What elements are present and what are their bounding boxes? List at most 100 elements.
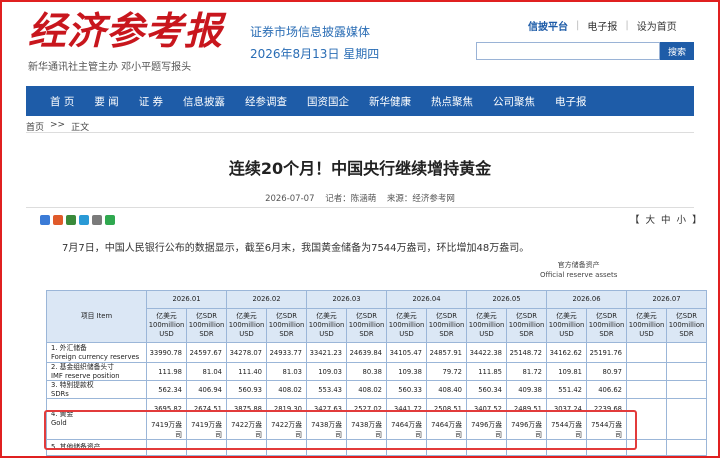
row-label: 4. 黄金 Gold [46,398,147,439]
unit-line: USD [479,330,494,338]
article-source: 来源：经济参考网 [386,194,455,204]
breadcrumb: 首页 >> 正文 [26,120,694,133]
table-cell: 3441.72 [386,398,427,419]
divider: | [576,20,580,31]
table-cell-empty [626,380,667,399]
article-date: 2026-07-07 [265,194,315,204]
link-disclosure-platform[interactable]: 信披平台 [528,18,568,33]
row-label: 5. 其他储备资产 [46,438,147,456]
article-paragraph: 7月7日，中国人民银行公布的数据显示，截至6月末，我国黄金储备为7544万盎司，… [62,243,530,254]
table-cell: 24857.91 [426,342,467,363]
table-cell-empty [506,438,547,456]
unit-line: SDR [439,330,454,338]
unit-line: 100million [308,321,345,329]
month-header: 2026.07 [626,290,707,309]
table-cell: 2674.51 [186,398,227,419]
search-input[interactable] [476,42,660,60]
font-size-medium[interactable]: 中 [661,212,671,226]
table-cell: 560.34 [466,380,507,399]
site-logo[interactable]: 经济参考报 [28,9,223,53]
table-cell: 2239.68 [586,398,627,419]
nav-news[interactable]: 要 闻 [94,94,118,109]
font-size-small[interactable]: 小 [677,212,687,226]
nav-home[interactable]: 首 页 [50,94,74,109]
row-label-line: 2. 基金组织储备头寸 [51,363,115,371]
nav-companies[interactable]: 公司聚焦 [493,94,535,109]
table-cell-empty [666,380,707,399]
table-cell: 79.72 [426,362,467,381]
unit-header: 亿SDR 100million SDR [346,308,387,343]
table-cell-empty [346,438,387,456]
nav-investigation[interactable]: 经参调查 [245,94,287,109]
share-tencent-icon[interactable] [92,215,102,225]
top-links: 信披平台 | 电子报 | 设为首页 [528,18,677,33]
table-cell-empty [626,398,667,419]
article-meta: 2026-07-07 记者：陈涵萌 来源：经济参考网 [0,192,720,204]
table-cell: 81.04 [186,362,227,381]
table-row: 3. 特别提款权 SDRs 562.34 406.94 560.93 408.02 553.… [46,380,707,399]
unit-line: 亿美元 [236,312,257,320]
unit-line: 100million [428,321,465,329]
nav-hot-topics[interactable]: 热点聚焦 [431,94,473,109]
article-title: 连续20个月！中国央行继续增持黄金 [228,159,492,178]
unit-line: 100million [348,321,385,329]
row-label: 1. 外汇储备 Foreign currency reserves [46,342,147,363]
row-label-line: 1. 外汇储备 [51,344,87,352]
table-cell: 408.40 [426,380,467,399]
table-cell: 408.02 [346,380,387,399]
breadcrumb-home[interactable]: 首页 [26,120,44,133]
table-cell: 80.38 [346,362,387,381]
share-add-icon[interactable] [40,215,50,225]
month-header: 2026.02 [226,290,307,309]
table-cell: 2819.30 [266,398,307,419]
search-button[interactable]: 搜索 [660,42,694,60]
table-cell-empty [666,438,707,456]
row-label-line: IMF reserve position [51,371,120,380]
unit-line: USD [159,330,174,338]
nav-health[interactable]: 新华健康 [369,94,411,109]
unit-line: 亿SDR [675,312,698,320]
table-caption-en: Official reserve assets [540,271,618,279]
share-toolbar [40,215,115,225]
unit-line: USD [559,330,574,338]
table-cell-empty [546,438,587,456]
link-set-homepage[interactable]: 设为首页 [637,18,677,33]
unit-line: 亿SDR [195,312,218,320]
share-wechat-icon[interactable] [105,215,115,225]
unit-line: 100million [508,321,545,329]
table-cell: 109.81 [546,362,587,381]
month-header: 2026.06 [546,290,627,309]
unit-header: 亿美元 100million USD [306,308,347,343]
unit-header: 亿美元 100million USD [226,308,267,343]
share-renren-icon[interactable] [66,215,76,225]
table-cell-empty [666,418,707,440]
unit-line: 100million [628,321,665,329]
table-cell-empty [466,438,507,456]
table-cell: 2508.51 [426,398,467,419]
share-qzone-icon[interactable] [79,215,89,225]
table-caption: 官方储备资产 Official reserve assets [540,260,617,280]
breadcrumb-separator: >> [50,120,66,130]
divider: | [625,20,629,31]
table-row: 2. 基金组织储备头寸 IMF reserve position 111.98 81.… [46,362,707,381]
table-cell: 553.43 [306,380,347,399]
table-row: 5. 其他储备资产 [46,438,707,456]
nav-soe[interactable]: 国资国企 [307,94,349,109]
nav-securities[interactable]: 证 券 [139,94,163,109]
nav-e-newspaper[interactable]: 电子报 [555,94,587,109]
unit-line: USD [319,330,334,338]
font-size-large[interactable]: 大 [646,212,656,226]
table-cell: 109.38 [386,362,427,381]
unit-line: 亿美元 [476,312,497,320]
unit-line: 亿SDR [515,312,538,320]
divider [26,207,694,208]
nav-disclosure[interactable]: 信息披露 [183,94,225,109]
unit-header: 亿SDR 100million SDR [666,308,707,343]
unit-line: 亿SDR [275,312,298,320]
table-row: 1. 外汇储备 Foreign currency reserves 33990.78… [46,342,707,363]
unit-line: 100million [228,321,265,329]
row-label-line: 3. 特别提款权 [51,381,94,389]
link-e-newspaper[interactable]: 电子报 [587,18,617,33]
share-weibo-icon[interactable] [53,215,63,225]
table-cell: 109.03 [306,362,347,381]
